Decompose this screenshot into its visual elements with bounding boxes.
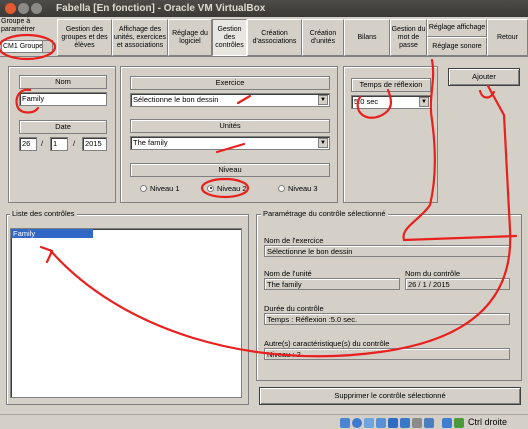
nom-controle-label: Nom du contrôle: [405, 269, 461, 278]
unites-select-value: The family: [133, 138, 168, 147]
date-header: Date: [19, 120, 107, 134]
hard-disk-icon[interactable]: [340, 418, 350, 428]
tab-label: Gestion des contrôles: [215, 25, 244, 49]
tab-label: Bilans: [357, 33, 377, 41]
tab-creation-associations[interactable]: Création d'associations: [247, 19, 302, 56]
duree-value: Temps : Réflexion :5.0 sec.: [264, 313, 510, 325]
temps-header: Temps de réflexion: [351, 78, 431, 92]
tab-creation-unites[interactable]: Création d'unités: [302, 19, 344, 56]
tab-label: Gestion des groupes et des élèves: [61, 25, 108, 49]
usb-icon[interactable]: [364, 418, 374, 428]
display-icon[interactable]: [388, 418, 398, 428]
niveau-1-radio[interactable]: Niveau 1: [140, 184, 180, 193]
radio-selected-icon[interactable]: [207, 184, 214, 192]
nom-exercice-value: Sélectionne le bon dessin: [264, 245, 510, 257]
tab-mot-de-passe[interactable]: Gestion du mot de passe: [390, 19, 427, 56]
date-day-input[interactable]: 26: [19, 137, 37, 151]
keyboard-capture-icon[interactable]: [454, 418, 464, 428]
groupe-select-value: CM1 Groupe: [3, 43, 44, 50]
window-titlebar[interactable]: Fabella [En fonction] - Oracle VM Virtua…: [0, 0, 528, 17]
tab-bilans[interactable]: Bilans: [344, 19, 390, 56]
nom-header: Nom: [19, 75, 107, 89]
exercice-select-value: Sélectionne le bon dessin: [133, 95, 219, 104]
controles-list[interactable]: Family: [10, 228, 242, 398]
tab-retour[interactable]: Retour: [487, 19, 528, 56]
list-item[interactable]: Family: [11, 229, 93, 238]
radio-icon[interactable]: [278, 184, 285, 192]
temps-select-value: 5.0 sec: [354, 97, 379, 106]
chevron-down-icon[interactable]: ▼: [318, 138, 328, 148]
niveau-3-radio[interactable]: Niveau 3: [278, 184, 318, 193]
tab-label: Réglage sonore: [432, 42, 482, 50]
exercice-header: Exercice: [130, 76, 330, 90]
tab-label: Réglage du logiciel: [172, 29, 208, 45]
mouse-integration-icon[interactable]: [442, 418, 452, 428]
parametrage-title: Paramétrage du contrôle sélectionné: [261, 209, 388, 218]
ajouter-button[interactable]: Ajouter: [448, 68, 520, 86]
supprimer-button[interactable]: Supprimer le contrôle sélectionné: [259, 387, 521, 405]
network-icon[interactable]: [400, 418, 410, 428]
chevron-down-icon[interactable]: ▼: [318, 95, 328, 105]
tab-label: Affichage des unités, exercices et assoc…: [113, 25, 167, 49]
niveau-1-label: Niveau 1: [150, 184, 180, 193]
minimize-window-button[interactable]: [18, 3, 29, 14]
annotation-ajouter: [478, 89, 496, 99]
niveau-header: Niveau: [130, 163, 330, 177]
date-year-input[interactable]: 2015: [82, 137, 107, 151]
tab-label: Gestion du mot de passe: [391, 25, 426, 49]
optical-drive-icon[interactable]: [352, 418, 362, 428]
tab-reglage-sonore[interactable]: Réglage sonore: [427, 37, 487, 56]
groupe-label: Groupe à paramétrer: [1, 18, 36, 33]
chevron-down-icon[interactable]: ▼: [419, 97, 429, 107]
autres-label: Autre(s) caractéristique(s) du contrôle: [264, 339, 390, 348]
niveau-3-label: Niveau 3: [288, 184, 318, 193]
nom-controle-value: 26 / 1 / 2015: [405, 278, 510, 290]
temps-select[interactable]: 5.0 sec ▼: [351, 95, 431, 109]
exercice-select[interactable]: Sélectionne le bon dessin ▼: [130, 93, 330, 107]
niveau-2-radio[interactable]: Niveau 2: [207, 184, 247, 193]
recording-icon[interactable]: [412, 418, 422, 428]
date-month-input[interactable]: 1: [50, 137, 68, 151]
tab-reglage-affichage[interactable]: Réglage affichage: [427, 19, 487, 37]
window-title: Fabella [En fonction] - Oracle VM Virtua…: [56, 3, 266, 14]
date-separator: /: [73, 139, 76, 148]
cpu-icon[interactable]: [424, 418, 434, 428]
nom-unite-label: Nom de l'unité: [264, 269, 312, 278]
radio-icon[interactable]: [140, 184, 147, 192]
groupe-select[interactable]: CM1 Groupe: [1, 40, 53, 53]
unites-select[interactable]: The family ▼: [130, 136, 330, 150]
close-window-button[interactable]: [5, 3, 16, 14]
liste-title: Liste des contrôles: [10, 209, 77, 218]
autres-value: Niveau : 2: [264, 348, 510, 360]
niveau-2-label: Niveau 2: [217, 184, 247, 193]
tab-gestion-controles[interactable]: Gestion des contrôles: [212, 19, 247, 56]
nom-input[interactable]: Family: [19, 92, 107, 106]
tab-affichage-unites[interactable]: Affichage des unités, exercices et assoc…: [112, 19, 168, 56]
tab-label: Création d'unités: [309, 29, 337, 45]
tab-gestion-groupes[interactable]: Gestion des groupes et des élèves: [57, 19, 112, 56]
nom-unite-value: The family: [264, 278, 400, 290]
tab-label: Retour: [496, 33, 518, 41]
shared-folder-icon[interactable]: [376, 418, 386, 428]
date-separator: /: [41, 139, 44, 148]
unites-header: Unités: [130, 119, 330, 133]
maximize-window-button[interactable]: [31, 3, 42, 14]
host-key-label: Ctrl droite: [468, 417, 508, 427]
chevron-down-icon[interactable]: [42, 41, 52, 52]
nom-exercice-label: Nom de l'exercice: [264, 236, 324, 245]
tab-label: Réglage affichage: [428, 24, 486, 31]
duree-label: Durée du contrôle: [264, 304, 324, 313]
tab-reglage-logiciel[interactable]: Réglage du logiciel: [168, 19, 212, 56]
tab-label: Création d'associations: [252, 29, 297, 45]
